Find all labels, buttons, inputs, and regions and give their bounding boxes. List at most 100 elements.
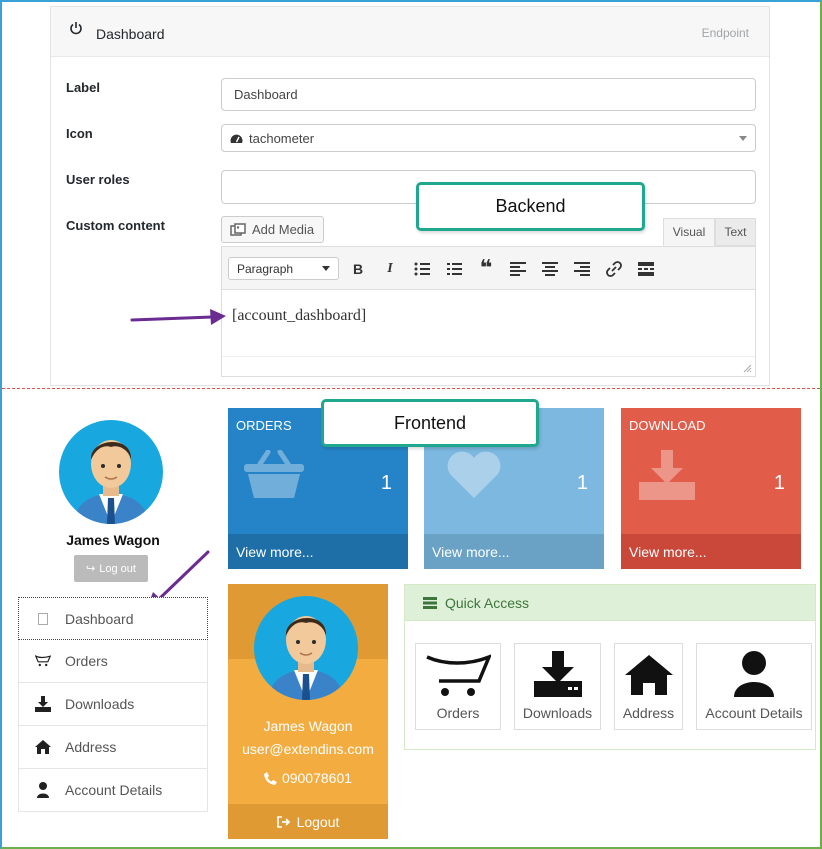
media-icon xyxy=(230,222,246,236)
logout-label: Logout xyxy=(296,813,340,830)
italic-icon[interactable]: I xyxy=(379,258,401,280)
add-media-button[interactable]: Add Media xyxy=(221,216,324,243)
account-nav: Dashboard Orders Downloads Address Accou… xyxy=(18,597,208,812)
tile-view-more-label: View more... xyxy=(432,543,510,560)
download-icon xyxy=(35,696,51,712)
arrow-annotation xyxy=(130,309,226,325)
section-divider xyxy=(2,388,820,389)
tile-download: DOWNLOAD 1 View more... xyxy=(621,408,801,569)
numbered-list-icon[interactable] xyxy=(446,262,462,276)
icon-select[interactable]: tachometer xyxy=(221,124,756,152)
format-select-value: Paragraph xyxy=(237,261,294,276)
tab-text[interactable]: Text xyxy=(715,218,756,246)
tile-view-more-label: View more... xyxy=(629,543,707,560)
download-icon xyxy=(639,450,695,500)
label-input[interactable]: Dashboard xyxy=(221,78,756,111)
content-editor[interactable]: [account_dashboard] xyxy=(221,290,756,377)
nav-item-label: Address xyxy=(65,739,117,755)
frontend-callout-label: Frontend xyxy=(393,412,467,433)
format-select[interactable]: Paragraph xyxy=(228,257,339,280)
blank-icon xyxy=(35,611,51,627)
logout-small-button[interactable]: ↪ Log out xyxy=(74,555,148,582)
tile-count: 1 xyxy=(773,472,785,494)
signout-icon xyxy=(276,815,290,828)
align-left-icon[interactable] xyxy=(510,262,526,276)
quick-access-title: Quick Access xyxy=(445,594,530,611)
tab-visual-label: Visual xyxy=(672,225,706,239)
panel-header[interactable]: Dashboard Endpoint xyxy=(51,7,769,57)
icon-field-label: Icon xyxy=(66,126,93,141)
user-icon xyxy=(734,651,774,697)
label-field-label: Label xyxy=(66,80,100,95)
custom-content-label: Custom content xyxy=(66,218,165,233)
avatar xyxy=(254,596,358,700)
logout-small-label: Log out xyxy=(99,562,136,575)
tile-view-more-label: View more... xyxy=(236,543,314,560)
backend-callout-label: Backend xyxy=(495,196,566,216)
cart-icon xyxy=(426,654,491,696)
tile-view-more[interactable]: View more... xyxy=(424,534,604,569)
tile-count: 1 xyxy=(380,472,392,494)
chevron-down-icon xyxy=(322,266,330,271)
profile-phone: 090078601 xyxy=(281,770,353,786)
profile-phone-row: 090078601 xyxy=(228,770,388,786)
editor-statusbar xyxy=(222,356,755,376)
power-icon xyxy=(70,22,82,35)
label-input-value: Dashboard xyxy=(234,87,298,102)
home-icon xyxy=(624,655,673,695)
avatar-image xyxy=(268,616,344,700)
tab-text-label: Text xyxy=(724,225,747,239)
align-right-icon[interactable] xyxy=(574,262,590,276)
quick-access-label: Downloads xyxy=(522,705,593,721)
nav-item-address[interactable]: Address xyxy=(18,726,208,769)
quick-access-account-details[interactable]: Account Details xyxy=(696,643,812,730)
logout-button[interactable]: Logout xyxy=(228,804,388,839)
profile-card: James Wagon user@extendins.com 090078601… xyxy=(228,584,388,839)
profile-name: James Wagon xyxy=(263,718,353,734)
chevron-down-icon xyxy=(739,135,747,141)
tab-visual[interactable]: Visual xyxy=(663,218,715,246)
quick-access-address[interactable]: Address xyxy=(614,643,683,730)
download-icon xyxy=(533,651,582,697)
nav-item-label: Account Details xyxy=(65,782,163,798)
resize-handle-icon[interactable] xyxy=(742,363,752,373)
blockquote-icon[interactable]: ❝ xyxy=(475,255,497,280)
tile-view-more[interactable]: View more... xyxy=(228,534,408,569)
panel-title: Dashboard xyxy=(96,26,165,42)
tile-count: 1 xyxy=(576,472,588,494)
tachometer-icon xyxy=(230,134,243,143)
nav-item-downloads[interactable]: Downloads xyxy=(18,683,208,726)
tile-title: DOWNLOAD xyxy=(629,418,706,433)
read-more-icon[interactable] xyxy=(638,262,654,276)
nav-item-orders[interactable]: Orders xyxy=(18,640,208,683)
editor-content: [account_dashboard] xyxy=(232,307,367,324)
nav-item-dashboard[interactable]: Dashboard xyxy=(18,597,208,640)
quick-access-header: Quick Access xyxy=(405,585,815,621)
avatar-image xyxy=(73,440,149,524)
editor-toolbar: Paragraph B I ❝ xyxy=(221,246,756,290)
add-media-label: Add Media xyxy=(252,222,315,237)
basket-icon xyxy=(244,450,304,498)
nav-item-label: Dashboard xyxy=(65,610,134,627)
bold-icon[interactable]: B xyxy=(347,258,369,280)
quick-access-orders[interactable]: Orders xyxy=(415,643,501,730)
home-icon xyxy=(35,739,51,755)
quick-access-label: Account Details xyxy=(705,705,803,721)
nav-item-account-details[interactable]: Account Details xyxy=(18,769,208,812)
icon-select-value: tachometer xyxy=(249,130,315,146)
phone-icon xyxy=(263,771,277,785)
backend-callout: Backend xyxy=(416,182,645,231)
link-icon[interactable] xyxy=(606,261,622,277)
align-center-icon[interactable] xyxy=(542,262,558,276)
user-name: James Wagon xyxy=(66,532,160,548)
nav-item-label: Orders xyxy=(65,653,108,669)
quick-access-downloads[interactable]: Downloads xyxy=(514,643,601,730)
tile-view-more[interactable]: View more... xyxy=(621,534,801,569)
endpoint-panel: Dashboard Endpoint Label Dashboard Icon … xyxy=(50,6,770,386)
cart-icon xyxy=(35,653,51,669)
avatar xyxy=(59,420,163,524)
signout-icon: ↪ xyxy=(86,563,96,575)
bullet-list-icon[interactable] xyxy=(414,262,430,276)
list-icon xyxy=(423,596,437,609)
quick-access-panel: Quick Access Orders Downloads Address Ac… xyxy=(404,584,816,750)
